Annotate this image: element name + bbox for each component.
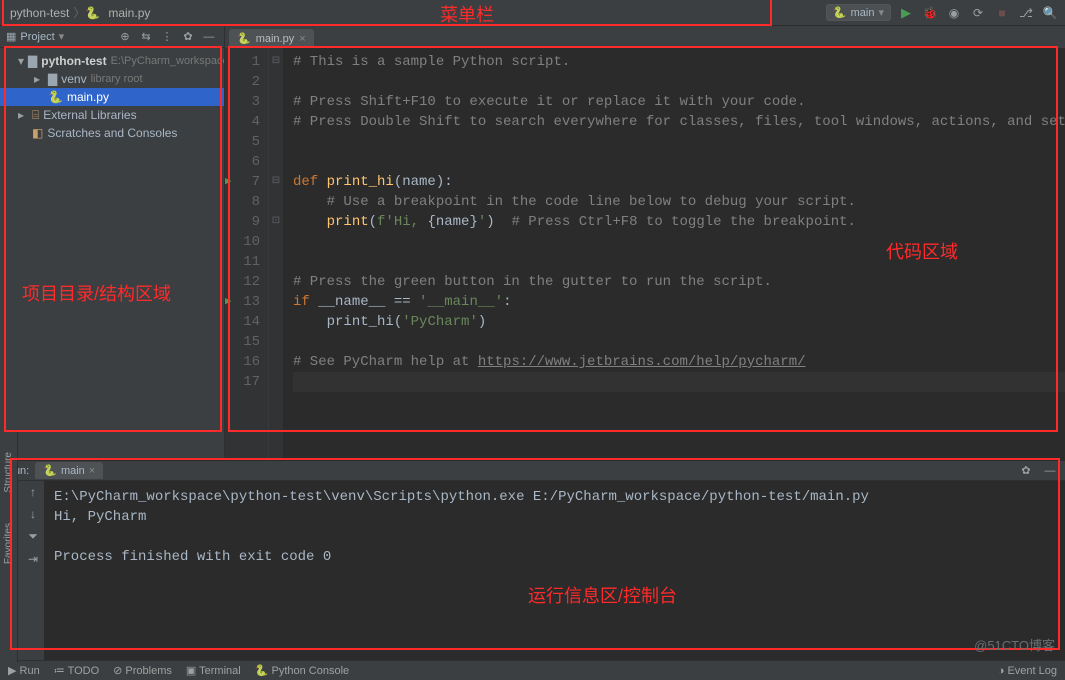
chevron-down-icon[interactable]: ▾ (59, 30, 65, 43)
editor-tab-main[interactable]: 🐍 main.py × (229, 29, 314, 48)
collapse-all-icon[interactable]: ⋮ (158, 28, 176, 46)
scratches-icon: ◧ (32, 126, 43, 140)
close-tab-icon[interactable]: × (299, 33, 305, 45)
git-button[interactable]: ⎇ (1017, 4, 1035, 22)
status-problems[interactable]: ⊘ Problems (113, 664, 172, 677)
hide-run-icon[interactable]: — (1041, 462, 1059, 480)
run-tab-main[interactable]: 🐍 main × (35, 462, 103, 479)
project-tool-window: ▦ Project ▾ ⊕ ⇆ ⋮ ✿ — ▾ ▇ python-test E:… (0, 26, 225, 460)
breadcrumb-file[interactable]: main.py (104, 6, 154, 20)
breadcrumb-project[interactable]: python-test (6, 6, 73, 20)
search-everywhere-button[interactable]: 🔍 (1041, 4, 1059, 22)
up-arrow-icon[interactable]: ↑ (30, 485, 36, 499)
tree-main-file[interactable]: 🐍 main.py (0, 88, 224, 106)
run-toolbar-left2: ↑ ↓ ⏷ ⇥ (22, 481, 44, 660)
left-stripe: Structure Favorites (0, 432, 18, 662)
python-icon: 🐍 (833, 6, 847, 19)
watermark: @51CTO博客 (974, 635, 1055, 654)
annotation-menubar: 菜单栏 (440, 1, 494, 27)
status-todo[interactable]: ≔ TODO (54, 664, 99, 677)
library-icon: ⌸ (32, 108, 39, 123)
run-config-selector[interactable]: 🐍 main ▾ (826, 4, 891, 21)
annotation-project-area: 项目目录/结构区域 (22, 280, 171, 306)
project-tool-title[interactable]: Project (20, 31, 54, 43)
status-bar: ▶ Run ≔ TODO ⊘ Problems ▣ Terminal 🐍 Pyt… (0, 660, 1065, 680)
run-button[interactable]: ▶ (897, 4, 915, 22)
breadcrumb-separator: 〉 (73, 4, 85, 21)
annotation-code-area: 代码区域 (886, 238, 958, 264)
folder-icon: ▇ (28, 54, 37, 68)
event-log-button[interactable]: ◑ Event Log (998, 665, 1057, 677)
run-tool-window: Run: 🐍 main × ✿ — ▶ ✎ ■ ≡ 🖶 🗑 ↑ ↓ ⏷ ⇥ E:… (0, 460, 1065, 660)
favorites-stripe-button[interactable]: Favorites (3, 523, 14, 564)
python-file-icon: 🐍 (85, 6, 100, 20)
navigation-bar: python-test 〉 🐍 main.py 🐍 main ▾ ▶ 🐞 ◉ ⟳… (0, 0, 1065, 26)
folder-icon: ▇ (48, 72, 57, 86)
chevron-right-icon: ▸ (34, 72, 44, 86)
filter-icon[interactable]: ⏷ (28, 529, 38, 544)
select-opened-file-icon[interactable]: ⊕ (116, 28, 134, 46)
close-run-tab-icon[interactable]: × (89, 465, 95, 477)
python-icon: 🐍 (43, 464, 57, 477)
python-file-icon: 🐍 (237, 32, 251, 45)
project-tree: ▾ ▇ python-test E:\PyCharm_workspace\pyt… (0, 48, 224, 146)
export-icon[interactable]: ⇥ (28, 552, 38, 566)
run-settings-icon[interactable]: ✿ (1017, 462, 1035, 480)
chevron-down-icon: ▾ (18, 54, 24, 68)
structure-stripe-button[interactable]: Structure (3, 452, 14, 493)
profile-button[interactable]: ⟳ (969, 4, 987, 22)
stop-button[interactable]: ■ (993, 4, 1011, 22)
tree-venv[interactable]: ▸ ▇ venv library root (0, 70, 224, 88)
project-icon: ▦ (6, 30, 16, 43)
annotation-console-area: 运行信息区/控制台 (528, 582, 677, 608)
python-file-icon: 🐍 (48, 90, 63, 104)
console-output[interactable]: E:\PyCharm_workspace\python-test\venv\Sc… (44, 481, 1065, 660)
fold-column: ⊟⊟⊡ (269, 48, 283, 460)
status-terminal[interactable]: ▣ Terminal (186, 664, 241, 677)
hide-icon[interactable]: — (200, 28, 218, 46)
expand-all-icon[interactable]: ⇆ (137, 28, 155, 46)
run-coverage-button[interactable]: ◉ (945, 4, 963, 22)
chevron-right-icon: ▸ (18, 108, 28, 122)
tree-external-libraries[interactable]: ▸ ⌸ External Libraries (0, 106, 224, 124)
tree-project-root[interactable]: ▾ ▇ python-test E:\PyCharm_workspace\pyt… (0, 52, 224, 70)
down-arrow-icon[interactable]: ↓ (30, 507, 36, 521)
settings-icon[interactable]: ✿ (179, 28, 197, 46)
debug-button[interactable]: 🐞 (921, 4, 939, 22)
status-python-console[interactable]: 🐍 Python Console (255, 664, 349, 677)
tree-scratches[interactable]: ◧ Scratches and Consoles (0, 124, 224, 142)
chevron-down-icon: ▾ (878, 6, 884, 19)
status-run[interactable]: ▶ Run (8, 664, 40, 677)
editor-gutter: 1234567▶8910111213▶14151617 (225, 48, 269, 460)
